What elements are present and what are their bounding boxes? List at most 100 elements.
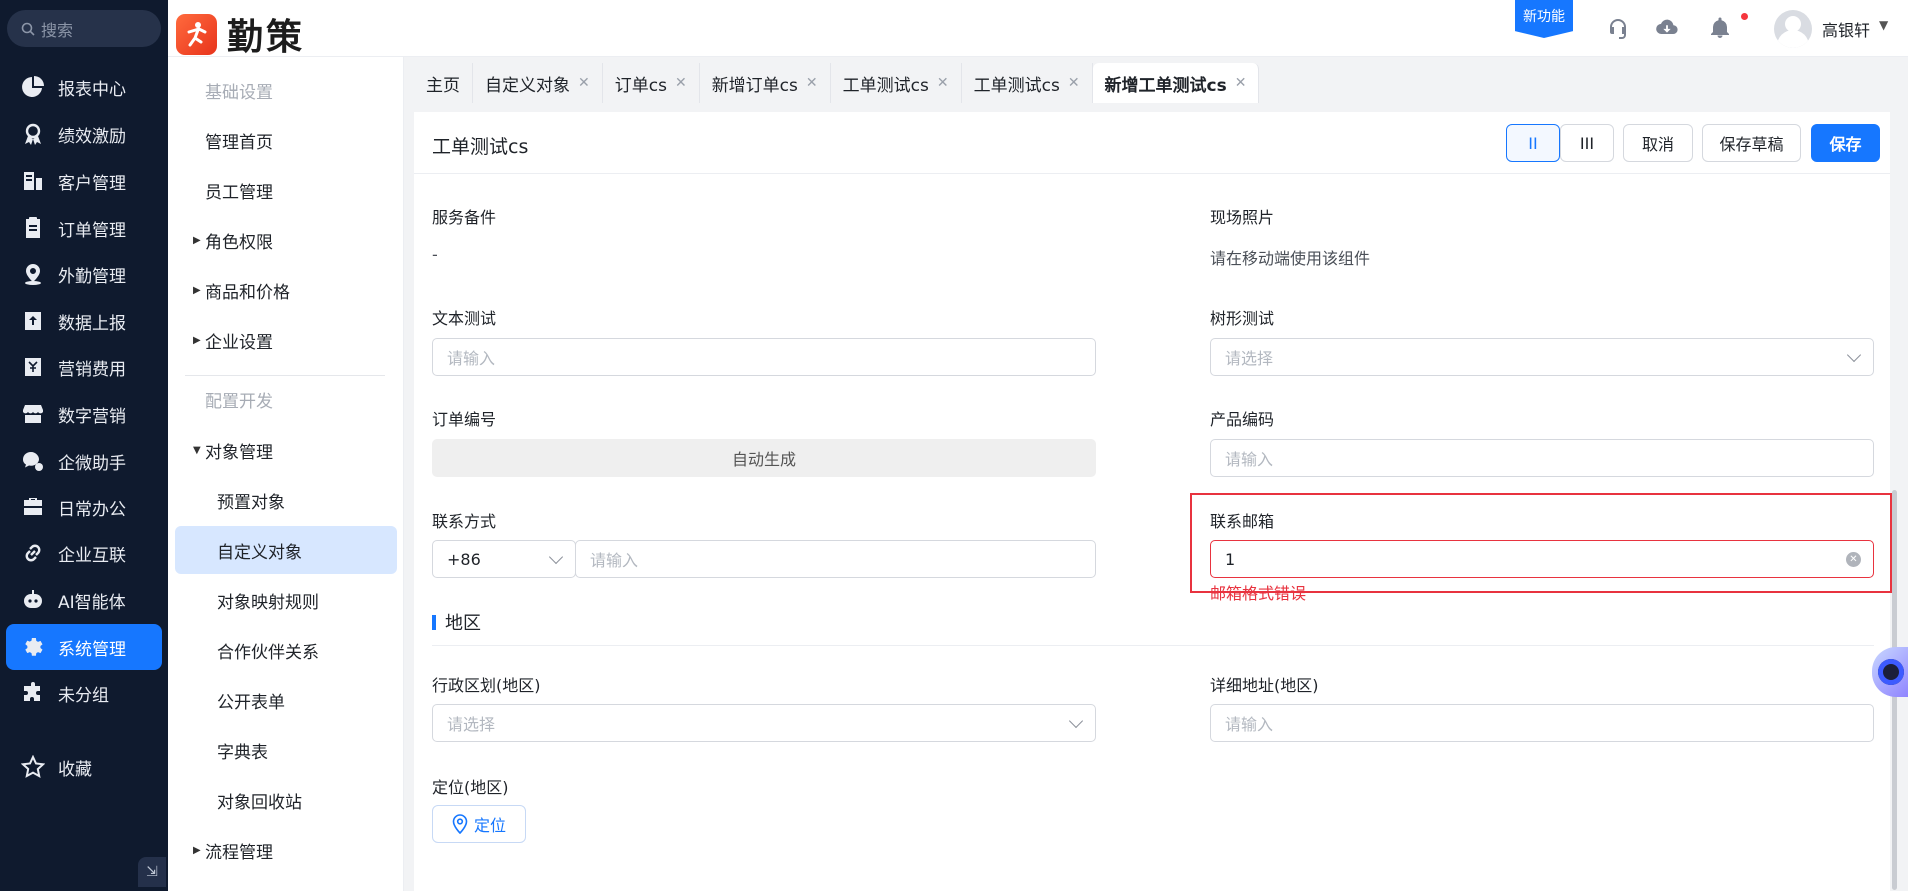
- nav-item-expense[interactable]: 营销费用: [6, 344, 162, 390]
- tab-label: 新增工单测试cs: [1104, 75, 1227, 96]
- bell-icon[interactable]: [1708, 16, 1732, 40]
- close-icon[interactable]: ✕: [806, 75, 818, 91]
- award-icon: [20, 121, 46, 147]
- phone-input[interactable]: 请输入: [575, 540, 1096, 578]
- nav-item-label: 数据上报: [58, 313, 126, 334]
- country-code-select[interactable]: +86: [432, 540, 576, 578]
- tab-item[interactable]: 新增订单cs ✕: [700, 63, 831, 103]
- email-input[interactable]: 1 ✕: [1210, 540, 1874, 578]
- address-label: 详细地址(地区): [1210, 676, 1319, 695]
- nav-item-label: 营销费用: [58, 359, 126, 380]
- submenu-item[interactable]: 管理首页: [175, 116, 397, 164]
- nav-search-input[interactable]: 搜索: [7, 10, 161, 47]
- nav-item-pie-chart[interactable]: 报表中心: [6, 64, 162, 110]
- address-input[interactable]: 请输入: [1210, 704, 1874, 742]
- phone-placeholder: 请输入: [590, 551, 639, 570]
- nav-item-award[interactable]: 绩效激励: [6, 111, 162, 157]
- nav-item-label: 日常办公: [58, 499, 126, 520]
- caret-right-icon: ▶: [193, 234, 201, 246]
- submenu-item[interactable]: 自定义对象: [175, 526, 397, 574]
- download-cloud-icon[interactable]: [1655, 16, 1681, 40]
- tab-item[interactable]: 新增工单测试cs ✕: [1092, 63, 1260, 103]
- nav-item-wecom[interactable]: 企微助手: [6, 438, 162, 484]
- save-button[interactable]: 保存: [1811, 124, 1880, 162]
- briefcase-icon: [20, 494, 46, 520]
- close-icon[interactable]: ✕: [578, 75, 590, 91]
- order-no-field: 自动生成: [432, 439, 1096, 477]
- notification-dot: [1741, 13, 1748, 20]
- nav-item-label: 系统管理: [58, 639, 126, 660]
- text-test-input[interactable]: 请输入: [432, 338, 1096, 376]
- clear-icon[interactable]: ✕: [1846, 552, 1861, 567]
- admin-region-select[interactable]: 请选择: [432, 704, 1096, 742]
- admin-region-placeholder: 请选择: [447, 715, 496, 734]
- product-code-input[interactable]: 请输入: [1210, 439, 1874, 477]
- submenu-item[interactable]: 预置对象: [175, 476, 397, 524]
- tab-item[interactable]: 工单测试cs ✕: [831, 63, 962, 103]
- nav-item-upload[interactable]: 数据上报: [6, 298, 162, 344]
- brand-logo[interactable]: 勤策: [176, 8, 305, 60]
- customer-icon: [20, 168, 46, 194]
- nav-search-placeholder: 搜索: [41, 20, 74, 40]
- collapse-pin-icon[interactable]: ⇲: [138, 857, 166, 887]
- close-icon[interactable]: ✕: [1235, 75, 1247, 91]
- locate-button[interactable]: 定位: [432, 805, 526, 843]
- avatar[interactable]: [1774, 10, 1812, 48]
- nav-item-star[interactable]: 收藏: [6, 744, 162, 790]
- close-icon[interactable]: ✕: [937, 75, 949, 91]
- submenu-item-label: 员工管理: [205, 182, 273, 203]
- submenu-item[interactable]: 公开表单: [175, 676, 397, 724]
- submenu-item[interactable]: ▶ 流程管理: [175, 826, 397, 874]
- nav-item-puzzle[interactable]: 未分组: [6, 670, 162, 716]
- submenu-item[interactable]: ▼ 对象管理: [175, 426, 397, 474]
- brand-logo-icon: [176, 13, 217, 55]
- three-column-layout-button[interactable]: III: [1560, 124, 1614, 162]
- submenu-item-label: 对象管理: [205, 442, 273, 463]
- close-icon[interactable]: ✕: [1068, 75, 1080, 91]
- submenu-section: 基础设置: [175, 66, 397, 114]
- form-card: 工单测试cs II III 取消 保存草稿 保存 服务备件 - 现场照片 请在移…: [414, 112, 1892, 891]
- tab-item[interactable]: 订单cs ✕: [603, 63, 700, 103]
- chevron-down-icon[interactable]: ▼: [1879, 18, 1888, 32]
- location-label: 定位(地区): [432, 778, 509, 797]
- nav-item-gear[interactable]: 系统管理: [6, 624, 162, 670]
- submenu-item[interactable]: 员工管理: [175, 166, 397, 214]
- contact-label: 联系方式: [432, 512, 497, 531]
- username[interactable]: 高银轩: [1822, 17, 1870, 41]
- nav-item-order[interactable]: 订单管理: [6, 205, 162, 251]
- nav-item-robot[interactable]: AI智能体: [6, 577, 162, 623]
- tab-label: 工单测试cs: [973, 75, 1060, 96]
- submenu-item-label: 流程管理: [205, 842, 273, 863]
- chevron-down-icon: [548, 549, 564, 565]
- headset-icon[interactable]: [1606, 16, 1630, 40]
- nav-item-customer[interactable]: 客户管理: [6, 158, 162, 204]
- submenu-item-label: 自定义对象: [217, 542, 302, 563]
- save-draft-button[interactable]: 保存草稿: [1702, 124, 1801, 162]
- link-icon: [20, 540, 46, 566]
- nav-item-store[interactable]: 数字营销: [6, 391, 162, 437]
- nav-item-link[interactable]: 企业互联: [6, 530, 162, 576]
- tree-test-select[interactable]: 请选择: [1210, 338, 1874, 376]
- submenu-item-label: 角色权限: [205, 232, 273, 253]
- tree-test-label: 树形测试: [1210, 309, 1275, 328]
- submenu-item[interactable]: 对象回收站: [175, 776, 397, 824]
- tab-item[interactable]: 主页: [414, 63, 473, 103]
- new-feature-badge[interactable]: 新功能: [1515, 0, 1573, 38]
- submenu-item[interactable]: 对象映射规则: [175, 576, 397, 624]
- nav-item-briefcase[interactable]: 日常办公: [6, 484, 162, 530]
- close-icon[interactable]: ✕: [675, 75, 687, 91]
- main-sidebar: 搜索 报表中心 绩效激励 客户管理 订单管理 外勤管理数据上报营销费用数字营销 企微助手日…: [0, 0, 168, 891]
- cancel-button[interactable]: 取消: [1623, 124, 1693, 162]
- nav-item-location[interactable]: 外勤管理: [6, 251, 162, 297]
- submenu-item[interactable]: ▶ 商品和价格: [175, 266, 397, 314]
- submenu-item[interactable]: ▶ 角色权限: [175, 216, 397, 264]
- text-test-placeholder: 请输入: [447, 349, 496, 368]
- top-bar: 勤策 新功能 高银轩 ▼: [168, 0, 1908, 60]
- submenu-item[interactable]: ▶ 企业设置: [175, 316, 397, 364]
- submenu-item-label: 字典表: [217, 742, 268, 763]
- two-column-layout-button[interactable]: II: [1506, 124, 1560, 162]
- tab-item[interactable]: 工单测试cs ✕: [962, 63, 1093, 103]
- submenu-item[interactable]: 字典表: [175, 726, 397, 774]
- submenu-item[interactable]: 合作伙伴关系: [175, 626, 397, 674]
- tab-item[interactable]: 自定义对象 ✕: [473, 63, 603, 103]
